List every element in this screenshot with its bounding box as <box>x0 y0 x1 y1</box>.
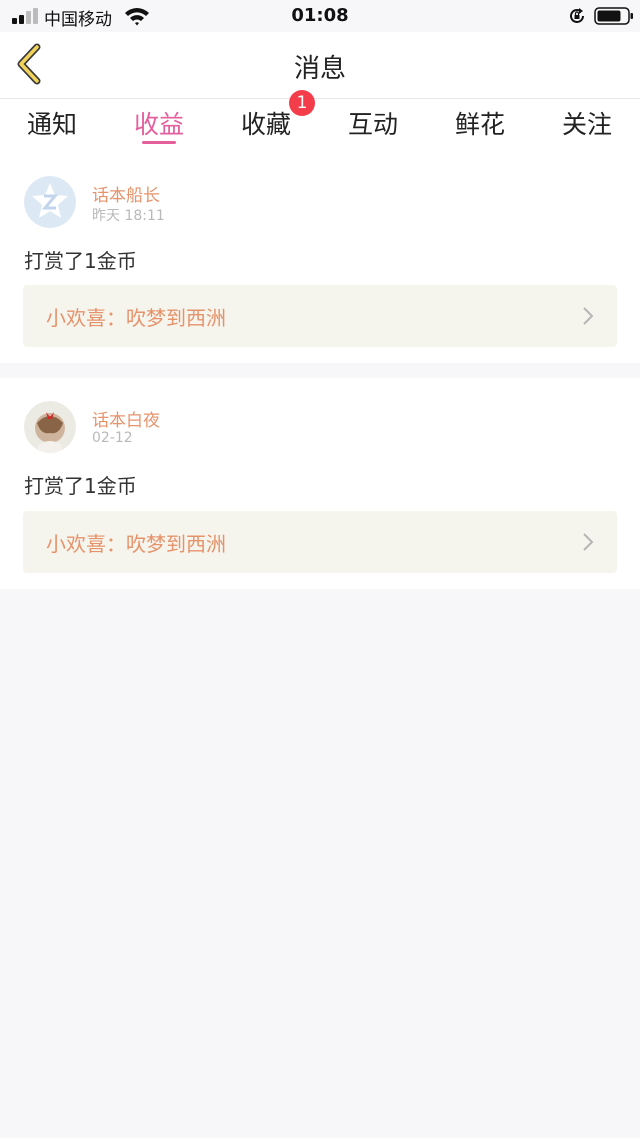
tab-flowers[interactable]: 鲜花 <box>440 105 520 141</box>
orientation-lock-icon <box>570 8 584 23</box>
status-bar: 中国移动 01:08 <box>0 0 640 32</box>
tab-following[interactable]: 关注 <box>547 105 627 141</box>
page-title: 消息 <box>293 54 346 84</box>
message-time: 昨天 18:11 <box>92 208 165 224</box>
status-time: 01:08 <box>291 5 349 26</box>
avatar[interactable] <box>24 401 76 453</box>
message-text: 打赏了1金币 <box>24 474 137 498</box>
active-tab-indicator <box>142 141 176 144</box>
tab-notifications[interactable]: 通知 <box>12 105 92 141</box>
avatar[interactable] <box>24 176 76 228</box>
message-time: 02-12 <box>92 430 133 446</box>
story-link-title: 小欢喜：吹梦到西洲 <box>46 306 226 330</box>
story-link[interactable]: 小欢喜：吹梦到西洲 <box>23 285 617 347</box>
chevron-right-icon <box>583 307 594 325</box>
message-card: 话本白夜 02-12 打赏了1金币 小欢喜：吹梦到西洲 <box>0 378 640 589</box>
message-card: 话本船长 昨天 18:11 打赏了1金币 小欢喜：吹梦到西洲 <box>0 151 640 363</box>
tab-earnings[interactable]: 收益 <box>119 105 199 141</box>
chevron-right-icon <box>583 533 594 551</box>
nav-bar: 消息 <box>0 32 640 99</box>
tab-bar: 通知 收益 收藏 互动 鲜花 关注 <box>0 99 640 151</box>
tab-interactions[interactable]: 互动 <box>333 105 413 141</box>
user-name[interactable]: 话本白夜 <box>92 406 160 431</box>
user-name[interactable]: 话本船长 <box>92 181 160 206</box>
story-link[interactable]: 小欢喜：吹梦到西洲 <box>23 511 617 573</box>
message-text: 打赏了1金币 <box>24 249 137 273</box>
favorites-badge: 1 <box>289 90 315 116</box>
battery-icon <box>594 7 633 25</box>
story-link-title: 小欢喜：吹梦到西洲 <box>46 532 226 556</box>
